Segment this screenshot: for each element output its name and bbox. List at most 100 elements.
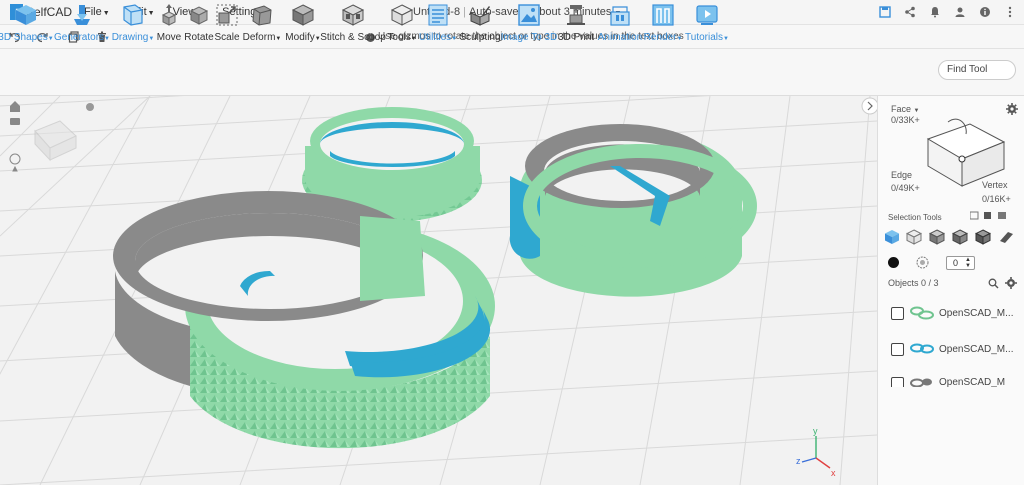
home-view-icon [10,101,20,112]
axis-y-label: y [813,426,818,436]
tool-label: Modify [285,32,315,43]
tool-3d-print[interactable]: 3D Print [558,3,594,43]
select-edge-icon[interactable] [951,229,969,245]
object-thumbnail-icon [910,306,934,320]
tool-label: Deform [242,32,276,43]
object-list-item[interactable]: OpenSCAD_M [891,377,1005,387]
objects-count-label: Objects 0 / 3 [888,278,939,288]
tool-label: Render [643,32,677,43]
object-thumbnail-icon [910,343,934,354]
deform-icon [250,3,274,27]
rotate-icon [187,3,211,27]
scale-icon [215,3,239,27]
scene-canvas[interactable]: y x z [0,96,877,485]
tool-label: Utilities [418,32,452,43]
search-objects-icon[interactable] [988,278,999,292]
edge-count: 0/49K+ [891,183,920,193]
brush-size-input[interactable]: 0 ▲ ▼ [946,256,975,270]
more-options-icon[interactable] [1002,4,1018,20]
move-icon [157,3,181,27]
object-name: OpenSCAD_M... [939,307,1014,319]
tool-label: Drawing [111,32,149,43]
sculpting-icon [468,3,492,27]
object-checkbox[interactable] [891,342,904,356]
modify-icon [291,3,315,27]
object-thumbnail-icon [910,378,932,387]
tool-label: Generators [54,32,105,43]
user-icon[interactable] [952,4,968,20]
select-face-icon[interactable] [928,229,946,245]
render-icon [651,3,675,27]
light-icon [86,103,94,111]
tool-tools[interactable]: Tools▼ [386,3,418,43]
selection-mode-cube[interactable] [918,114,1010,190]
tool-render[interactable]: Render▼ [643,3,682,43]
select-plane-icon[interactable] [998,229,1014,245]
cube-icon [14,3,38,27]
object-name: OpenSCAD_M [939,377,1006,387]
tool-label: Tutorials [685,32,724,43]
tool-deform[interactable]: Deform▼ [242,3,282,43]
tool-label: 3D Print [557,32,595,43]
axis-gizmo: y x z [796,426,836,478]
tool-animation[interactable]: Animation [597,3,643,43]
3d-viewport[interactable]: y x z [0,96,877,485]
drawing-icon [121,3,145,27]
tool-tutorials[interactable]: Tutorials▼ [684,3,730,43]
tool-label: Scale [214,32,240,43]
find-tool-input[interactable]: Find Tool [938,60,1016,80]
object-list-item[interactable]: OpenSCAD_M... [891,306,1013,320]
select-mesh-icon[interactable] [905,229,923,245]
tool-rotate[interactable]: Rotate [184,3,214,43]
tool-scale[interactable]: Scale [214,3,240,43]
tool-label: Sculpting [459,32,501,43]
tool-label: Image To 3D [500,32,558,43]
tutorials-icon [695,3,719,27]
axis-x-label: x [831,468,836,478]
tool-sculpting[interactable]: Sculpting [459,3,501,43]
generator-icon [70,3,94,27]
ring-front [113,191,495,449]
object-checkbox[interactable] [891,377,904,387]
tool-label: Move [156,32,182,43]
select-object-icon[interactable] [884,229,900,245]
tool-drawing[interactable]: Drawing▼ [112,3,154,43]
vertex-count: 0/16K+ [982,194,1011,204]
tool-3d-shapes[interactable]: 3D Shapes▼ [0,3,54,43]
tool-label: Tools [387,32,411,43]
selection-option-icons[interactable] [969,209,1016,224]
face-label[interactable]: Face [891,104,911,114]
tool-generators[interactable]: Generators▼ [54,3,110,43]
tool-label: Rotate [184,32,214,43]
objects-settings-gear-icon[interactable] [1005,277,1017,292]
tool-stitch-scoop[interactable]: Stitch & Scoop [320,3,386,43]
notification-bell-icon[interactable] [927,4,943,20]
utilities-icon [426,3,450,27]
image-to-3d-icon [517,3,541,27]
view-cube [34,120,77,162]
save-icon[interactable] [877,4,893,20]
select-vertex-icon[interactable] [974,229,992,245]
object-name: OpenSCAD_M... [939,343,1014,355]
info-icon[interactable] [977,4,993,20]
share-icon[interactable] [902,4,918,20]
camera-icon [10,118,20,125]
stitch-scoop-icon [341,3,365,27]
orbit-icon [9,153,21,172]
tool-modify[interactable]: Modify▼ [284,3,322,43]
brush-soft-icon[interactable] [916,256,929,272]
tool-utilities[interactable]: Utilities▼ [419,3,457,43]
tools-cube-icon [390,3,414,27]
animation-icon [608,3,632,27]
tool-label: Stitch & Scoop [320,32,386,43]
selection-tools-label: Selection Tools [888,213,942,222]
tool-label: 3D Shapes [0,32,48,43]
object-list-item[interactable]: OpenSCAD_M... [891,342,1013,356]
face-count: 0/33K+ [891,115,920,125]
right-panel: Face ▼ 0/33K+ Edge 0/49K+ Vertex 0/16K+ … [877,96,1024,485]
object-checkbox[interactable] [891,306,904,320]
brush-solid-icon[interactable] [888,257,899,268]
tool-image-to-3d[interactable]: Image To 3D [500,3,558,43]
ring-back-right [509,124,757,297]
tool-move[interactable]: Move [155,3,183,43]
